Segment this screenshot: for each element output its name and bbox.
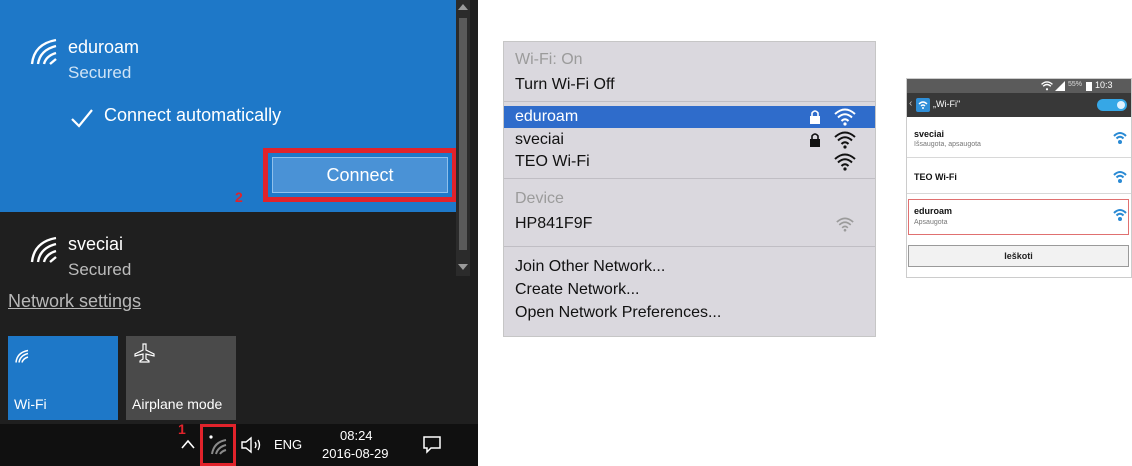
join-other-network-item[interactable]: Join Other Network... [515, 258, 665, 276]
windows-network-flyout: eduroam Secured Connect automatically Co… [0, 0, 478, 466]
language-indicator[interactable]: ENG [274, 437, 302, 452]
wifi-status-icon [1041, 81, 1053, 91]
network-status-sveciai: Secured [68, 260, 132, 277]
network-item-eduroam[interactable]: eduroam [515, 108, 578, 126]
network-status-eduroam: Apsaugota [914, 219, 948, 226]
connect-automatically-label[interactable]: Connect automatically [104, 105, 281, 126]
network-item-sveciai[interactable]: sveciai [914, 129, 944, 139]
turn-wifi-off-item[interactable]: Turn Wi-Fi Off [515, 76, 615, 94]
checkmark-icon[interactable] [70, 108, 94, 128]
wifi-tile-label: Wi-Fi [14, 396, 47, 412]
lock-icon [810, 133, 820, 147]
taskbar-wifi-icon[interactable] [206, 432, 230, 456]
network-status-eduroam: Secured [68, 63, 132, 82]
app-bar: ‹ „Wi-Fi" [907, 93, 1131, 117]
notifications-icon[interactable] [422, 434, 442, 454]
wifi-secured-icon [30, 236, 57, 263]
network-status-sveciai: Išsaugota, apsaugota [914, 141, 981, 148]
network-item-teo-wifi[interactable]: TEO Wi-Fi [515, 153, 590, 171]
wifi-tile[interactable]: Wi-Fi [8, 336, 118, 420]
wifi-signal-icon [836, 217, 854, 232]
wifi-signal-icon [834, 131, 856, 149]
device-header: Device [515, 190, 564, 207]
taskbar [0, 424, 478, 466]
step-2-marker: 2 [235, 189, 243, 205]
wifi-signal-icon [834, 108, 856, 126]
network-settings-link[interactable]: Network settings [8, 291, 141, 312]
battery-percent: 55% [1068, 81, 1083, 88]
create-network-item[interactable]: Create Network... [515, 281, 639, 299]
network-item-teo-wifi[interactable]: TEO Wi-Fi [914, 172, 957, 182]
wifi-icon [1113, 171, 1127, 183]
lock-icon [810, 110, 820, 124]
scrollbar-thumb[interactable] [459, 18, 467, 250]
wifi-lock-icon [1113, 209, 1127, 221]
wifi-lock-icon [1113, 132, 1127, 144]
wifi-status: Wi-Fi: On [515, 51, 583, 68]
wifi-secured-icon [30, 38, 57, 65]
back-icon[interactable]: ‹ [909, 98, 912, 109]
chevron-up-icon[interactable] [180, 438, 196, 450]
clock-date[interactable]: 2016-08-29 [322, 446, 389, 461]
open-network-preferences-item[interactable]: Open Network Preferences... [515, 304, 721, 322]
divider [504, 246, 875, 247]
divider [504, 101, 875, 102]
android-wifi-screen: 55% 10:3 ‹ „Wi-Fi" sveciai Išsaugota, ap… [906, 78, 1132, 278]
connect-button-highlight: Connect [263, 148, 457, 202]
status-bar: 55% 10:3 [907, 79, 1131, 93]
mac-wifi-menu: Wi-Fi: On Turn Wi-Fi Off eduroam sveciai… [503, 41, 876, 337]
scan-button[interactable]: Ieškoti [908, 245, 1129, 267]
device-item-hp841f9f[interactable]: HP841F9F [515, 215, 592, 233]
divider [504, 178, 875, 179]
speaker-icon[interactable] [240, 436, 266, 454]
wifi-settings-icon [916, 98, 930, 112]
wifi-icon [15, 349, 29, 363]
wifi-signal-icon [834, 153, 856, 171]
airplane-mode-tile[interactable]: Airplane mode [126, 336, 236, 420]
screen-title: „Wi-Fi" [933, 99, 961, 109]
divider [907, 157, 1131, 158]
scroll-down-icon[interactable] [458, 264, 468, 270]
scrollbar[interactable] [456, 0, 470, 276]
clock-time[interactable]: 08:24 [340, 428, 373, 443]
battery-icon [1086, 82, 1092, 91]
network-name-eduroam: eduroam [68, 37, 140, 57]
airplane-tile-label: Airplane mode [132, 396, 223, 412]
network-item-eduroam[interactable]: eduroam [914, 206, 952, 216]
status-clock: 10:3 [1095, 80, 1113, 90]
divider [907, 193, 1131, 194]
network-item-sveciai[interactable]: sveciai [515, 131, 564, 149]
step-1-marker: 1 [178, 421, 186, 437]
signal-icon [1055, 81, 1065, 91]
wifi-toggle[interactable] [1097, 99, 1127, 111]
connect-button[interactable]: Connect [272, 157, 448, 193]
airplane-icon [134, 343, 155, 363]
scroll-up-icon[interactable] [458, 4, 468, 10]
network-name-sveciai[interactable]: sveciai [68, 234, 123, 255]
network-item-eduroam-highlight[interactable] [908, 199, 1129, 235]
